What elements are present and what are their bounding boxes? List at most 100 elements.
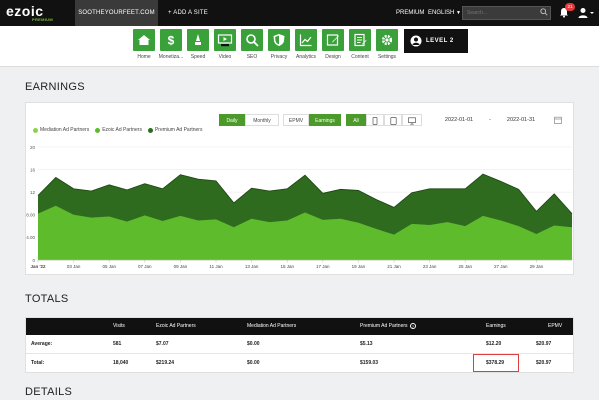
legend-label: Ezoic Ad Partners xyxy=(102,127,142,133)
y-tick-label: 16 xyxy=(30,167,36,172)
svg-text:$: $ xyxy=(168,34,175,48)
y-tick-label: 0 xyxy=(32,258,35,263)
earnings-chart: 0 4.00 8.00 12 16 20 Jan '22 03 Jan 05 Jan 07 Jan… xyxy=(26,145,573,269)
earnings-card: Daily Monthly EPMV Earnings All 2022-01-… xyxy=(25,102,574,275)
x-tick-label: 21 Jan xyxy=(387,264,401,269)
home-icon xyxy=(138,35,150,45)
gear-icon xyxy=(381,34,393,46)
shield-icon xyxy=(273,34,285,46)
date-to-input[interactable]: 2022-01-31 xyxy=(493,114,549,126)
level-label: LEVEL 2 xyxy=(426,38,454,44)
x-tick-label: 05 Jan xyxy=(102,264,116,269)
caret-down-icon: ▼ xyxy=(456,10,461,16)
legend-item[interactable]: Ezoic Ad Partners xyxy=(95,127,142,133)
y-tick-label: 20 xyxy=(30,145,36,150)
desktop-icon xyxy=(408,117,416,125)
column-header-premium: Premium Ad Partners ? xyxy=(360,318,416,335)
design-icon xyxy=(326,34,339,46)
column-header: Premium Ad Partners xyxy=(360,323,408,329)
x-tick-label: 13 Jan xyxy=(245,264,259,269)
nav-item-settings[interactable]: Settings xyxy=(376,29,398,60)
column-header: Visits xyxy=(113,323,125,329)
add-site-link[interactable]: + ADD A SITE xyxy=(168,0,208,26)
table-cell: 18,040 xyxy=(113,360,129,366)
row-label: Total: xyxy=(31,360,45,366)
table-cell: $7.07 xyxy=(156,341,169,347)
tablet-icon xyxy=(389,117,397,125)
site-selector[interactable]: SOOTHEYOURFEET.COM xyxy=(75,0,158,26)
legend-swatch xyxy=(33,127,38,133)
info-icon[interactable]: ? xyxy=(409,322,416,329)
y-tick-label: 8.00 xyxy=(26,213,35,218)
legend-swatch xyxy=(147,127,153,133)
content-icon xyxy=(354,33,367,47)
level-avatar-icon xyxy=(410,35,422,47)
x-tick-label: 27 Jan xyxy=(494,264,508,269)
x-tick-label: 03 Jan xyxy=(67,264,81,269)
logo-subtitle: PREMIUM xyxy=(32,17,53,22)
feature-nav: Home $ Monetiza... Speed Video SEO Priva… xyxy=(0,26,599,67)
epmv-button[interactable]: EPMV xyxy=(283,114,309,126)
table-cell: $12.20 xyxy=(486,341,502,347)
x-tick-label: 19 Jan xyxy=(352,264,366,269)
analytics-icon xyxy=(299,34,312,47)
legend-label: Premium Ad Partners xyxy=(154,127,203,133)
x-tick-label: 25 Jan xyxy=(458,264,472,269)
notification-count-badge: 21 xyxy=(565,3,575,11)
table-header: Visits Ezoic Ad Partners Mediation Ad Pa… xyxy=(26,318,573,335)
nav-item-label: Settings xyxy=(377,54,397,60)
column-header: Ezoic Ad Partners xyxy=(156,323,196,329)
legend-item[interactable]: Premium Ad Partners xyxy=(147,127,203,133)
x-tick-label: 23 Jan xyxy=(423,264,437,269)
search-input[interactable] xyxy=(462,6,551,20)
table-cell: $20.97 xyxy=(536,341,552,347)
totals-title: TOTALS xyxy=(25,293,69,305)
all-devices-button[interactable]: All xyxy=(346,114,366,126)
video-icon xyxy=(217,34,233,47)
user-menu-icon[interactable] xyxy=(578,7,594,19)
column-header: Mediation Ad Partners xyxy=(247,323,297,329)
top-bar: ezoic PREMIUM SOOTHEYOURFEET.COM + ADD A… xyxy=(0,0,599,26)
ezoic-logo[interactable]: ezoic PREMIUM xyxy=(6,3,66,23)
daily-button[interactable]: Daily xyxy=(219,114,245,126)
legend-swatch xyxy=(95,127,101,133)
dollar-icon: $ xyxy=(168,34,175,48)
y-tick-label: 12 xyxy=(30,190,36,195)
legend-item[interactable]: Mediation Ad Partners xyxy=(33,127,89,133)
table-cell: $0.00 xyxy=(247,360,260,366)
level-badge[interactable]: LEVEL 2 xyxy=(404,29,468,53)
details-title: DETAILS xyxy=(25,386,73,398)
premium-link[interactable]: PREMIUM xyxy=(396,0,424,26)
desktop-device-button[interactable] xyxy=(402,114,422,126)
table-cell: $20.97 xyxy=(536,360,552,366)
totals-table: Visits Ezoic Ad Partners Mediation Ad Pa… xyxy=(25,317,574,373)
language-label: ENGLISH xyxy=(428,10,455,16)
calendar-icon[interactable] xyxy=(554,116,562,124)
x-tick-label: 29 Jan xyxy=(530,264,544,269)
x-tick-label: 15 Jan xyxy=(280,264,294,269)
x-tick-label: Jan '22 xyxy=(30,264,46,269)
earnings-title: EARNINGS xyxy=(25,81,85,93)
earnings-total-highlight xyxy=(473,354,519,372)
table-cell: $0.00 xyxy=(247,341,260,347)
language-selector[interactable]: ENGLISH ▼ xyxy=(428,0,461,26)
monthly-button[interactable]: Monthly xyxy=(245,114,279,126)
legend-label: Mediation Ad Partners xyxy=(40,127,90,133)
search-icon[interactable] xyxy=(540,8,548,16)
tablet-device-button[interactable] xyxy=(384,114,402,126)
x-tick-label: 11 Jan xyxy=(209,264,223,269)
chart-legend: Mediation Ad Partners Ezoic Ad Partners … xyxy=(33,127,202,133)
table-cell: $219.24 xyxy=(156,360,175,366)
speed-icon xyxy=(195,34,201,45)
mobile-device-button[interactable] xyxy=(366,114,384,126)
earnings-button[interactable]: Earnings xyxy=(309,114,341,126)
x-tick-label: 09 Jan xyxy=(174,264,188,269)
y-tick-label: 4.00 xyxy=(26,235,35,240)
date-from-input[interactable]: 2022-01-01 xyxy=(431,114,487,126)
table-cell: $159.03 xyxy=(360,360,379,366)
mobile-icon xyxy=(372,117,378,125)
row-label: Average: xyxy=(31,341,53,347)
table-cell: $5.13 xyxy=(360,341,373,347)
x-tick-label: 07 Jan xyxy=(138,264,152,269)
x-tick-label: 17 Jan xyxy=(316,264,330,269)
